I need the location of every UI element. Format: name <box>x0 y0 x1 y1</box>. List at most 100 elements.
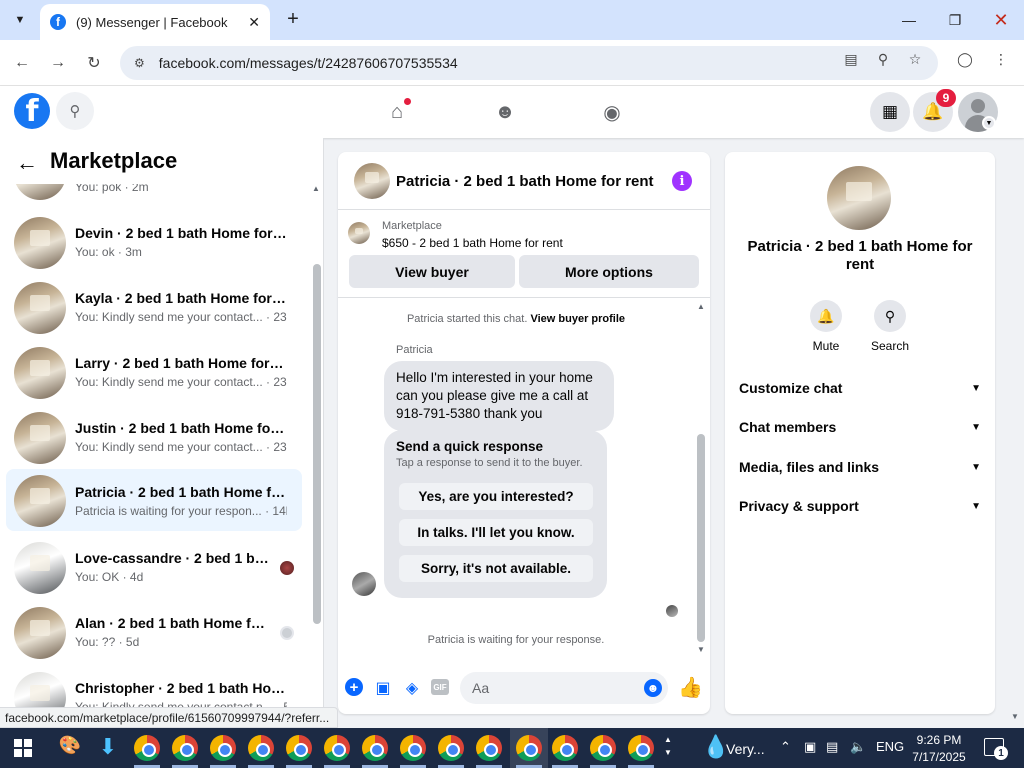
mute-button[interactable]: 🔔 Mute <box>801 300 851 353</box>
chrome-taskbar-icon[interactable] <box>248 735 274 761</box>
message-input[interactable] <box>472 672 632 704</box>
chrome-taskbar-icon[interactable] <box>438 735 464 761</box>
meet-now-icon[interactable]: ▣ <box>804 739 816 755</box>
conversation-item[interactable]: Justin · 2 bed 1 bath Home for r... You:… <box>6 407 302 469</box>
chrome-taskbar-icon[interactable] <box>552 735 578 761</box>
chrome-taskbar-icon[interactable] <box>210 735 236 761</box>
account-chevron-down-icon[interactable]: ▼ <box>982 116 996 130</box>
chevron-down-icon: ▼ <box>971 382 981 394</box>
conversation-preview: You: OK · 4d <box>75 570 144 584</box>
zoom-icon[interactable]: ⚲ <box>870 46 896 72</box>
taskbar-clock[interactable]: 9:26 PM 7/17/2025 <box>902 732 976 766</box>
forward-arrow-icon[interactable]: → <box>45 50 71 76</box>
browser-menu-icon[interactable]: ⋮ <box>988 46 1014 72</box>
gif-icon[interactable]: GIF <box>431 679 449 695</box>
quick-response-button[interactable]: Yes, are you interested? <box>399 483 593 510</box>
chat-thumbnail[interactable] <box>354 163 390 199</box>
chat-scroll-down-icon[interactable]: ▼ <box>697 645 705 654</box>
conversation-item[interactable]: Devin · 2 bed 1 bath Home for r... You: … <box>6 212 302 274</box>
tab-close-icon[interactable]: ✕ <box>248 14 260 31</box>
back-arrow-icon[interactable]: ← <box>9 50 35 76</box>
groups-nav-icon[interactable]: ◉ <box>597 98 627 126</box>
install-app-icon[interactable]: ▤ <box>838 46 864 72</box>
conversation-thumbnail <box>14 672 66 708</box>
conversation-preview: You: Kindly send me your contact... · 23… <box>75 440 287 454</box>
sticker-icon[interactable]: ◈ <box>401 677 423 699</box>
reload-icon[interactable]: ↻ <box>81 50 107 76</box>
chrome-taskbar-icon[interactable] <box>516 735 542 761</box>
new-tab-plus-icon[interactable]: + <box>282 8 304 30</box>
customize-chat-section[interactable]: Customize chat ▼ <box>739 376 981 400</box>
attach-photo-icon[interactable]: ▣ <box>372 677 394 699</box>
menu-grid-icon[interactable]: ▦ <box>870 92 910 132</box>
more-options-button[interactable]: More options <box>519 255 699 288</box>
conversation-item-active[interactable]: Patricia · 2 bed 1 bath Home for ... Pat… <box>6 469 302 531</box>
conversation-item[interactable]: Christopher · 2 bed 1 bath Hom... You: K… <box>6 667 302 708</box>
chat-title[interactable]: Patricia · 2 bed 1 bath Home for rent <box>396 173 654 190</box>
sender-avatar[interactable] <box>352 572 376 596</box>
chrome-taskbar-icon[interactable] <box>590 735 616 761</box>
search-label: Search <box>870 339 910 353</box>
quick-response-button[interactable]: Sorry, it's not available. <box>399 555 593 582</box>
conversation-name: Patricia · 2 bed 1 bath Home for ... <box>75 484 287 500</box>
address-bar[interactable]: ⚙ facebook.com/messages/t/24287606707535… <box>120 46 938 80</box>
conversation-item[interactable]: Love-cassandre · 2 bed 1 bath... You: OK… <box>6 537 302 599</box>
chrome-taskbar-icon[interactable] <box>172 735 198 761</box>
chat-scrollbar[interactable] <box>697 434 705 642</box>
listing-thumbnail <box>348 222 370 244</box>
language-indicator[interactable]: ENG <box>876 739 904 754</box>
chrome-taskbar-icon[interactable] <box>324 735 350 761</box>
window-restore-button[interactable]: ❐ <box>932 0 978 40</box>
bookmark-star-icon[interactable]: ☆ <box>902 46 928 72</box>
conversation-item[interactable]: Kayla · 2 bed 1 bath Home for re... You:… <box>6 277 302 339</box>
windows-start-icon[interactable] <box>14 739 32 757</box>
sidebar-scroll-up-icon[interactable]: ▲ <box>312 184 320 193</box>
privacy-support-section[interactable]: Privacy & support ▼ <box>739 494 981 518</box>
facebook-search-icon[interactable]: ⚲ <box>56 92 94 130</box>
more-actions-plus-icon[interactable]: + <box>345 678 363 696</box>
tray-chevron-up-icon[interactable]: ⌃ <box>780 739 791 755</box>
profile-icon[interactable]: ◯ <box>952 46 978 72</box>
chrome-taskbar-icon[interactable] <box>286 735 312 761</box>
browser-toolbar: ← → ↻ ⚙ facebook.com/messages/t/24287606… <box>0 40 1024 86</box>
media-files-links-section[interactable]: Media, files and links ▼ <box>739 455 981 479</box>
thumbs-up-icon[interactable]: 👍 <box>678 675 703 700</box>
window-minimize-button[interactable]: — <box>886 0 932 40</box>
chrome-taskbar-icon[interactable] <box>134 735 160 761</box>
chrome-taskbar-icon[interactable] <box>628 735 654 761</box>
quick-response-button[interactable]: In talks. I'll let you know. <box>399 519 593 546</box>
facebook-logo-icon[interactable]: f <box>14 93 50 129</box>
site-settings-icon[interactable]: ⚙ <box>134 56 145 70</box>
page-scroll-down-icon[interactable]: ▼ <box>1011 712 1019 721</box>
chrome-taskbar-icon[interactable] <box>400 735 426 761</box>
search-button[interactable]: ⚲ Search <box>865 300 915 353</box>
info-icon[interactable]: i <box>672 171 692 191</box>
weather-text[interactable]: Very... <box>726 741 765 757</box>
tab-list-chevron-icon[interactable]: ▼ <box>8 8 32 32</box>
chat-members-section[interactable]: Chat members ▼ <box>739 415 981 439</box>
chrome-taskbar-icon[interactable] <box>362 735 388 761</box>
back-arrow-icon[interactable]: ← <box>16 150 38 176</box>
network-icon[interactable]: ▤ <box>826 739 838 755</box>
paint-app-icon[interactable]: 🎨 <box>56 735 84 761</box>
chrome-taskbar-icon[interactable] <box>476 735 502 761</box>
conversation-thumbnail <box>14 282 66 334</box>
volume-icon[interactable]: 🔈 <box>850 739 866 755</box>
section-label: Media, files and links <box>739 459 880 475</box>
sidebar-scrollbar[interactable] <box>313 264 321 624</box>
emoji-icon[interactable]: ☻ <box>644 679 662 697</box>
listing-category: Marketplace <box>382 220 442 232</box>
conversation-item[interactable]: Larry · 2 bed 1 bath Home for rent You: … <box>6 342 302 404</box>
details-avatar[interactable] <box>827 166 891 230</box>
view-buyer-profile-link[interactable]: View buyer profile <box>530 313 625 325</box>
view-buyer-button[interactable]: View buyer <box>349 255 515 288</box>
taskbar-scroll-icon[interactable]: ▲ ▼ <box>664 733 672 759</box>
window-close-button[interactable]: ✕ <box>978 0 1024 40</box>
browser-tab[interactable]: f (9) Messenger | Facebook ✕ <box>40 4 270 40</box>
chat-scroll-up-icon[interactable]: ▲ <box>697 302 705 311</box>
conversation-item[interactable]: Alan · 2 bed 1 bath Home for ... You: ??… <box>6 602 302 664</box>
address-url[interactable]: facebook.com/messages/t/2428760670753553… <box>159 55 458 71</box>
conversation-preview: You: ok · 3m <box>75 245 142 259</box>
friends-nav-icon[interactable]: ☻ <box>490 98 520 126</box>
download-arrow-icon[interactable]: ⬇ <box>98 734 118 760</box>
